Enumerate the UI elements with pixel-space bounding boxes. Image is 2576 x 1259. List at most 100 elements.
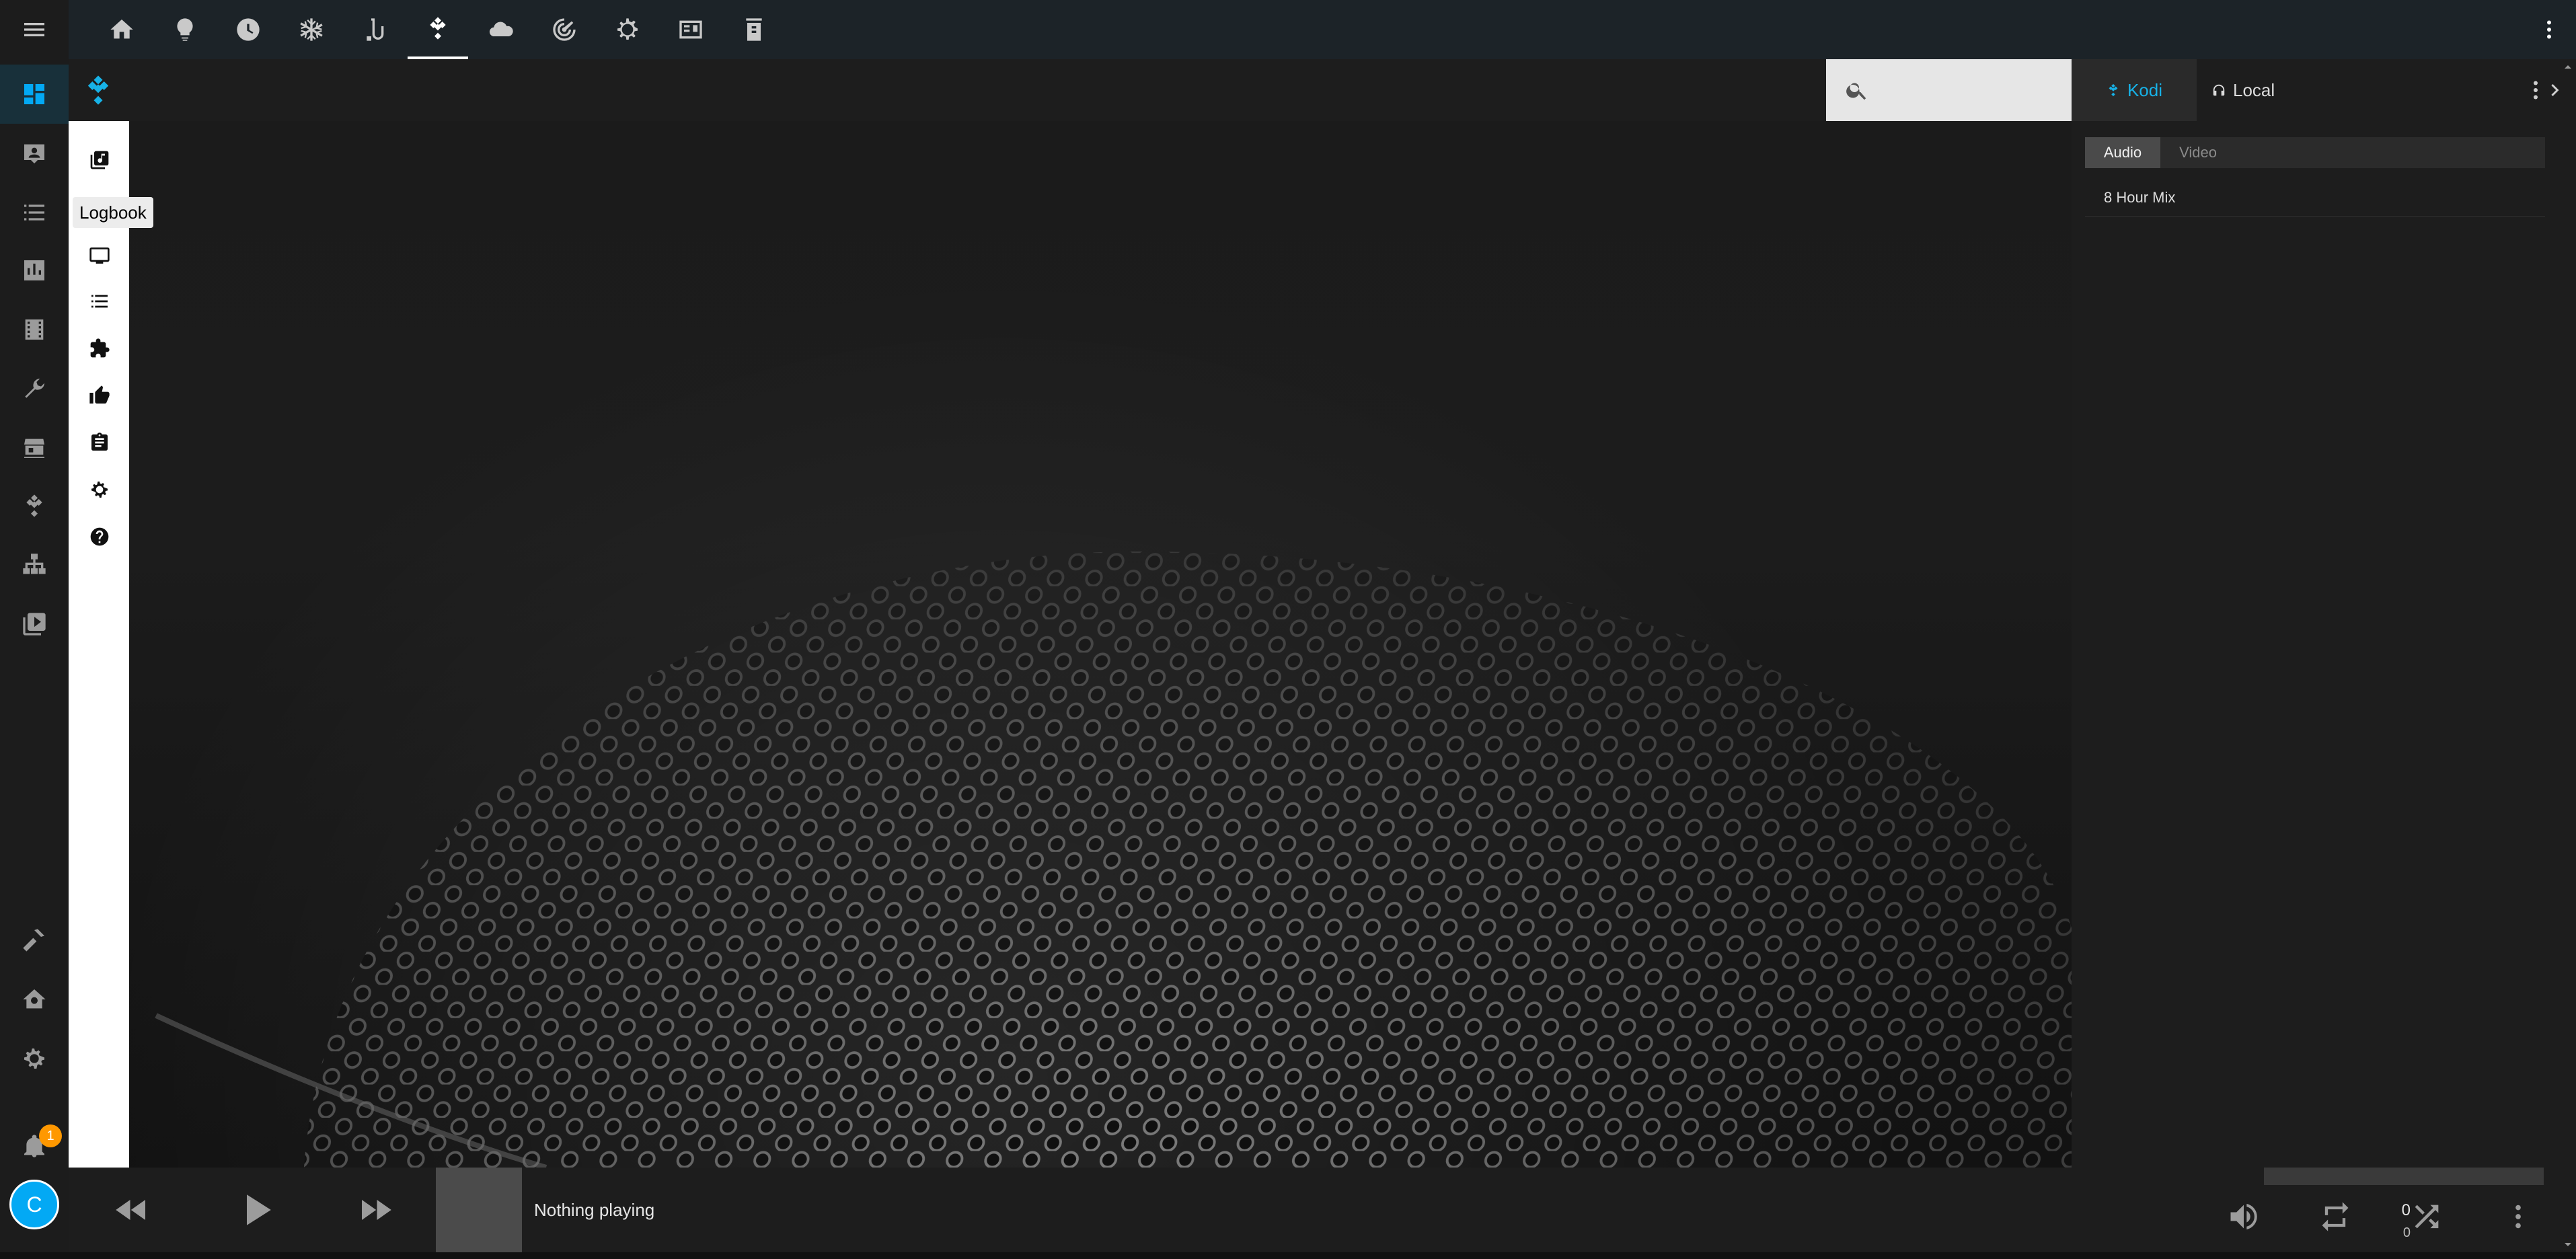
hammer-icon: [23, 929, 44, 952]
sidebar-item-notifications[interactable]: 1: [0, 1116, 69, 1176]
playlist-type-tabs: Audio Video: [2085, 137, 2545, 168]
nav-tv[interactable]: [81, 237, 118, 274]
sidebar-item-map[interactable]: [0, 124, 69, 183]
nav-list[interactable]: [81, 282, 118, 320]
thumbs-up-icon: [89, 385, 110, 404]
player-menu-button[interactable]: [2491, 1174, 2545, 1259]
playlist-item[interactable]: 8 Hour Mix: [2085, 179, 2545, 217]
nav-settings[interactable]: [81, 471, 118, 508]
tab-cards[interactable]: [660, 0, 721, 59]
film-icon: [25, 319, 44, 340]
notification-badge: 1: [39, 1124, 62, 1147]
sidebar-item-overview[interactable]: [0, 65, 69, 124]
rewind-button[interactable]: [98, 1168, 165, 1252]
ha-sidebar: 1 C: [0, 0, 69, 1252]
sidebar-item-settings[interactable]: [0, 1029, 69, 1088]
shuffle-button[interactable]: [2400, 1174, 2454, 1259]
tab-home[interactable]: [91, 0, 152, 59]
sidebar-item-media[interactable]: [0, 300, 69, 359]
kodi-icon: [2109, 83, 2118, 97]
list-icon: [24, 204, 44, 221]
fast-forward-icon: [362, 1200, 391, 1220]
sidebar-item-logbook[interactable]: [0, 183, 69, 242]
search-bar[interactable]: [1826, 59, 2072, 121]
clock-icon: [237, 18, 260, 41]
tab-weather[interactable]: [471, 0, 531, 59]
sidebar-item-media-browser[interactable]: [0, 595, 69, 654]
tab-kodi-player[interactable]: Kodi: [2072, 59, 2197, 121]
media-icon: [23, 613, 46, 636]
store-hacs-icon: [24, 438, 44, 458]
kodi-fanart: [129, 121, 2072, 1168]
kodi-panel: Logbook Kodi Local Audio Video 8 Hour Mi…: [69, 59, 2576, 1168]
player-bar: Nothing playing 0 0: [69, 1168, 2576, 1252]
tab-badge[interactable]: [724, 0, 784, 59]
play-button[interactable]: [222, 1168, 289, 1252]
scroll-down-icon: [2565, 1243, 2571, 1246]
tab-climate[interactable]: [281, 0, 342, 59]
tab-kodi[interactable]: [408, 0, 468, 59]
nav-help[interactable]: [81, 518, 118, 556]
dashboard-icon: [24, 84, 44, 104]
dots-vertical-icon: [2547, 20, 2551, 39]
top-toolbar: [69, 0, 2576, 59]
sidebar-item-hacs[interactable]: [0, 418, 69, 478]
tab-clock[interactable]: [218, 0, 278, 59]
user-avatar[interactable]: C: [9, 1180, 59, 1229]
volume-button[interactable]: [2217, 1174, 2271, 1259]
sitemap-icon: [23, 554, 46, 574]
cloud-icon: [489, 22, 513, 37]
toolbar-menu-button[interactable]: [2532, 12, 2567, 47]
nav-clipboard[interactable]: [81, 424, 118, 461]
sidebar-item-developer-tools[interactable]: [0, 911, 69, 970]
speaker-grille-image: [155, 551, 2072, 1168]
tab-lights[interactable]: [155, 0, 215, 59]
sidebar-item-developer[interactable]: [0, 359, 69, 418]
badge-icon: [746, 18, 762, 41]
gear-icon: [24, 1048, 44, 1069]
logbook-tooltip: Logbook: [73, 197, 153, 228]
tab-local-player[interactable]: Local: [2211, 59, 2275, 121]
menu-button[interactable]: [0, 0, 69, 59]
kodi-nav: [69, 121, 129, 1168]
now-playing-text: Nothing playing: [534, 1200, 655, 1220]
tab-local-label: Local: [2233, 79, 2275, 100]
headphones-icon: [2213, 84, 2225, 96]
chart-icon: [24, 260, 44, 280]
tab-audio[interactable]: Audio: [2085, 137, 2160, 168]
search-input[interactable]: [1880, 73, 2064, 109]
tab-kodi-label: Kodi: [2127, 79, 2163, 100]
scroll-up-icon: [2565, 65, 2571, 69]
tab-automations[interactable]: [597, 0, 658, 59]
wrench-icon: [25, 379, 44, 398]
sidebar-item-history[interactable]: [0, 241, 69, 300]
tab-video[interactable]: Video: [2160, 137, 2236, 168]
sidebar-item-zigbee[interactable]: [0, 535, 69, 595]
clipboard-icon: [91, 432, 108, 451]
kodi-logo[interactable]: [81, 73, 118, 110]
kodi-header: [69, 59, 2072, 121]
search-icon: [1846, 83, 1866, 100]
tab-vacuum[interactable]: [344, 0, 405, 59]
dots-vertical-icon: [2515, 1205, 2521, 1229]
cog-cluster-icon: [617, 18, 638, 40]
snowflake-icon: [300, 18, 323, 41]
id-card-icon: [679, 20, 702, 39]
volume-icon: [2230, 1203, 2257, 1230]
tab-radar[interactable]: [534, 0, 595, 59]
nav-music-library[interactable]: [81, 141, 118, 179]
sidebar-item-supervisor[interactable]: [0, 970, 69, 1029]
tv-icon: [89, 247, 110, 264]
list-icon: [91, 295, 108, 308]
repeat-button[interactable]: [2308, 1174, 2362, 1259]
fast-forward-button[interactable]: [342, 1168, 409, 1252]
kodi-icon: [26, 494, 42, 517]
nav-addons[interactable]: [81, 330, 118, 367]
sidebar-item-kodi[interactable]: [0, 476, 69, 535]
nav-favourites[interactable]: [81, 377, 118, 414]
music-library-icon: [90, 151, 109, 169]
vacuum-icon: [367, 18, 384, 41]
page-scrollbar[interactable]: [2560, 59, 2576, 1252]
home-icon: [110, 20, 133, 39]
radar-icon: [553, 18, 576, 41]
